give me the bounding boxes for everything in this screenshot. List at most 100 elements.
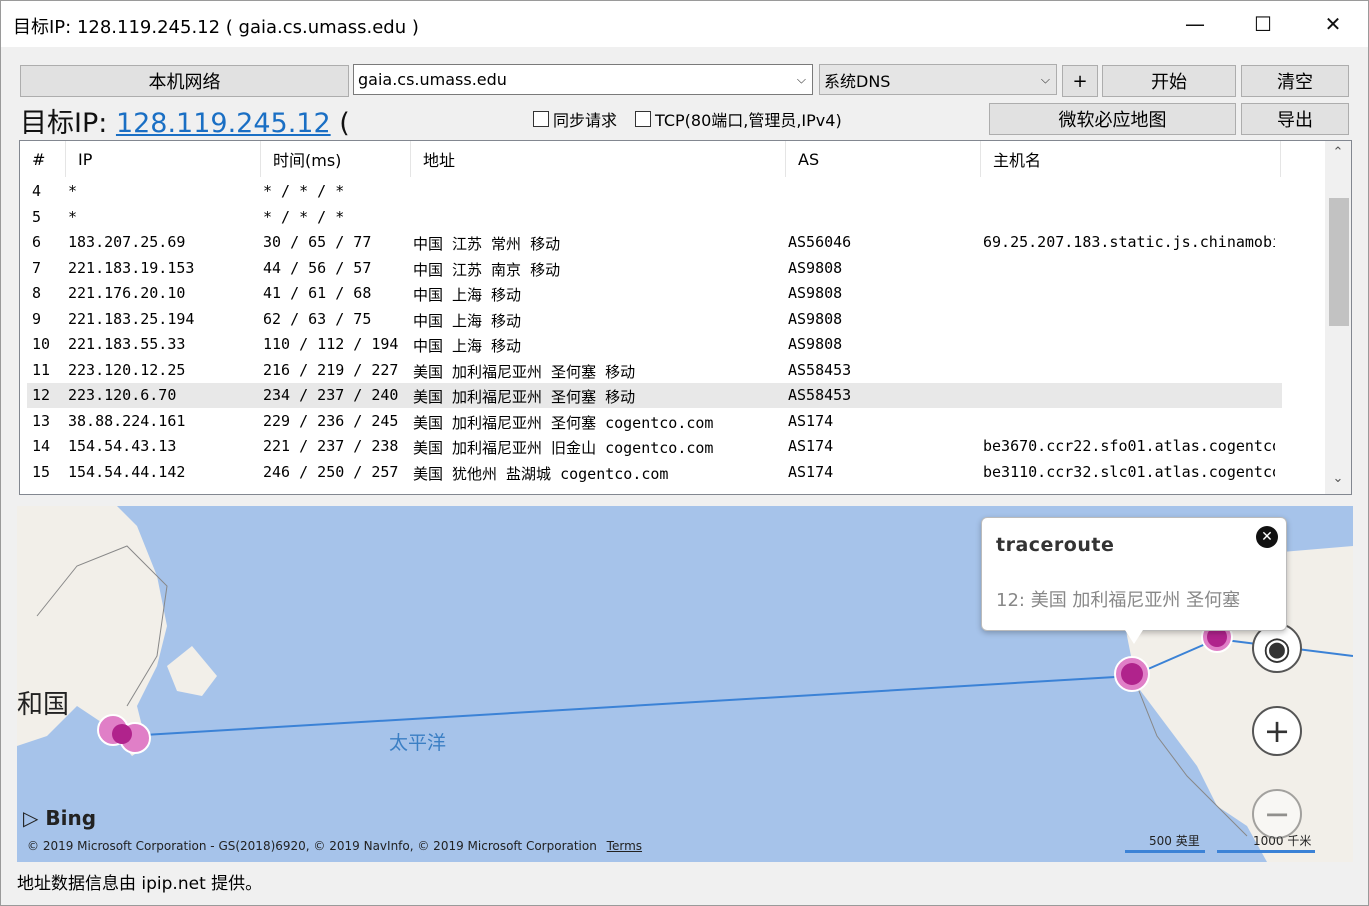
scroll-down-icon[interactable]: ⌄ <box>1325 471 1351 486</box>
target-prefix: 目标IP: <box>20 108 116 139</box>
column-header-time[interactable]: 时间(ms) <box>261 141 411 177</box>
cell-ip: * <box>68 207 78 226</box>
window-title: 目标IP: 128.119.245.12 ( gaia.cs.umass.edu… <box>13 17 419 38</box>
start-button[interactable]: 开始 <box>1102 65 1236 97</box>
cell-as: AS9808 <box>788 258 843 277</box>
column-header-ip[interactable]: IP <box>66 141 261 177</box>
cell-ip: 221.183.19.153 <box>68 258 195 277</box>
table-row[interactable]: 4 * * / * / * <box>27 179 1282 204</box>
cell-ip: 221.183.25.194 <box>68 309 195 328</box>
cell-as: AS58453 <box>788 360 852 379</box>
table-header: # IP 时间(ms) 地址 AS 主机名 <box>20 141 1325 177</box>
cell-time: * / * / * <box>263 207 345 226</box>
cell-ip: 221.183.55.33 <box>68 335 186 353</box>
cell-host: be3670.ccr22.sfo01.atlas.cogentco.... <box>983 437 1275 455</box>
cell-ip: 154.54.44.142 <box>68 462 186 481</box>
close-icon[interactable]: ✕ <box>1256 526 1278 548</box>
column-header-index[interactable]: # <box>20 141 66 177</box>
dns-combobox[interactable]: 系统DNS ⌵ <box>819 64 1057 95</box>
sync-request-checkbox[interactable]: 同步请求 <box>533 107 617 131</box>
column-header-hostname[interactable]: 主机名 <box>981 141 1281 177</box>
tcp-label: TCP(80端口,管理员,IPv4) <box>655 111 842 130</box>
table-row[interactable]: 12 223.120.6.70 234 / 237 / 240 美国 加利福尼亚州 圣… <box>27 383 1282 408</box>
table-row[interactable]: 11 223.120.12.25 216 / 219 / 227 美国 加利福尼亚州 … <box>27 358 1282 383</box>
tcp-checkbox[interactable]: TCP(80端口,管理员,IPv4) <box>635 107 842 131</box>
cell-time: 44 / 56 / 57 <box>263 258 372 277</box>
zoom-in-icon[interactable]: + <box>1252 706 1302 756</box>
close-button[interactable]: ✕ <box>1310 1 1356 47</box>
table-row[interactable]: 6 183.207.25.69 30 / 65 / 77 中国 江苏 常州 移动 AS5… <box>27 230 1282 255</box>
route-line <box>126 675 1133 737</box>
vertical-scrollbar[interactable]: ⌃ ⌄ <box>1325 141 1351 494</box>
title-bar: 目标IP: 128.119.245.12 ( gaia.cs.umass.edu… <box>1 1 1368 47</box>
host-combobox[interactable]: gaia.cs.umass.edu ⌵ <box>353 64 813 95</box>
add-button[interactable]: + <box>1062 65 1098 97</box>
table-row[interactable]: 7 221.183.19.153 44 / 56 / 57 中国 江苏 南京 移动 AS… <box>27 256 1282 281</box>
cell-as: AS9808 <box>788 309 843 328</box>
hop-markers[interactable] <box>97 621 1233 754</box>
checkbox-box[interactable] <box>635 111 651 127</box>
cell-n: 6 <box>32 233 42 251</box>
dns-value: 系统DNS <box>824 71 891 91</box>
map-ocean-label: 太平洋 <box>389 732 447 754</box>
hop-marker <box>1121 663 1143 685</box>
table-row[interactable]: 14 154.54.43.13 221 / 237 / 238 美国 加利福尼亚州 旧… <box>27 434 1282 459</box>
export-button[interactable]: 导出 <box>1241 103 1349 135</box>
cell-n: 4 <box>32 182 42 200</box>
table-row[interactable]: 5 * * / * / * <box>27 205 1282 230</box>
cell-addr: 美国 加利福尼亚州 旧金山 cogentco.com <box>413 439 714 457</box>
target-suffix: ( <box>330 108 350 139</box>
cell-time: 30 / 65 / 77 <box>263 233 372 251</box>
target-ip-link[interactable]: 128.119.245.12 <box>116 108 331 139</box>
cell-time: 110 / 112 / 194 <box>263 335 399 353</box>
minimize-button[interactable]: — <box>1172 1 1218 47</box>
cell-as: AS174 <box>788 462 834 481</box>
app-window: 目标IP: 128.119.245.12 ( gaia.cs.umass.edu… <box>0 0 1369 906</box>
cell-n: 12 <box>32 386 51 404</box>
checkbox-box[interactable] <box>533 111 549 127</box>
map-copyright: © 2019 Microsoft Corporation - GS(2018)6… <box>27 839 642 853</box>
scale-bar <box>1125 850 1205 853</box>
scroll-up-icon[interactable]: ⌃ <box>1325 145 1351 160</box>
cell-n: 9 <box>32 309 42 328</box>
cell-ip: 38.88.224.161 <box>68 411 186 430</box>
bing-label: Bing <box>45 806 97 830</box>
sync-request-label: 同步请求 <box>553 111 618 130</box>
bing-logo-icon: ▷ <box>23 806 39 830</box>
cell-as: AS56046 <box>788 233 852 251</box>
cell-n: 13 <box>32 411 51 430</box>
cell-as: AS9808 <box>788 335 843 353</box>
table-row[interactable]: 8 221.176.20.10 41 / 61 / 68 中国 上海 移动 AS9808 <box>27 281 1282 306</box>
cell-n: 10 <box>32 335 51 353</box>
table-row[interactable]: 9 221.183.25.194 62 / 63 / 75 中国 上海 移动 AS980… <box>27 307 1282 332</box>
cell-time: * / * / * <box>263 182 345 200</box>
cell-addr: 中国 上海 移动 <box>413 311 522 330</box>
cell-addr: 美国 犹他州 盐湖城 cogentco.com <box>413 464 669 483</box>
chevron-down-icon[interactable]: ⌵ <box>1041 72 1050 87</box>
terms-link[interactable]: Terms <box>607 839 642 853</box>
cell-n: 8 <box>32 284 42 302</box>
bing-map-button[interactable]: 微软必应地图 <box>989 103 1236 135</box>
trace-results-table[interactable]: # IP 时间(ms) 地址 AS 主机名 4 * * / * / * 5 * * / *… <box>19 140 1352 495</box>
scroll-thumb[interactable] <box>1329 198 1349 326</box>
clear-button[interactable]: 清空 <box>1241 65 1349 97</box>
hop-marker <box>112 724 132 744</box>
column-header-as[interactable]: AS <box>786 141 981 177</box>
cell-ip: 183.207.25.69 <box>68 233 186 251</box>
popup-pointer <box>1125 630 1143 644</box>
cell-time: 41 / 61 / 68 <box>263 284 372 302</box>
table-row[interactable]: 15 154.54.44.142 246 / 250 / 257 美国 犹他州 盐湖城… <box>27 460 1282 485</box>
table-row[interactable]: 10 221.183.55.33 110 / 112 / 194 中国 上海 移动 AS… <box>27 332 1282 357</box>
zoom-out-icon[interactable]: − <box>1252 789 1302 839</box>
chevron-down-icon[interactable]: ⌵ <box>797 72 806 87</box>
local-network-button[interactable]: 本机网络 <box>20 65 349 97</box>
cell-time: 62 / 63 / 75 <box>263 309 372 328</box>
cell-n: 5 <box>32 207 42 226</box>
copyright-text: © 2019 Microsoft Corporation - GS(2018)6… <box>27 839 597 853</box>
cell-time: 216 / 219 / 227 <box>263 360 399 379</box>
table-row[interactable]: 13 38.88.224.161 229 / 236 / 245 美国 加利福尼亚州 … <box>27 409 1282 434</box>
column-header-address[interactable]: 地址 <box>411 141 786 177</box>
maximize-button[interactable]: ☐ <box>1240 1 1286 47</box>
cell-n: 7 <box>32 258 42 277</box>
status-bar-text: 地址数据信息由 ipip.net 提供。 <box>17 874 263 894</box>
